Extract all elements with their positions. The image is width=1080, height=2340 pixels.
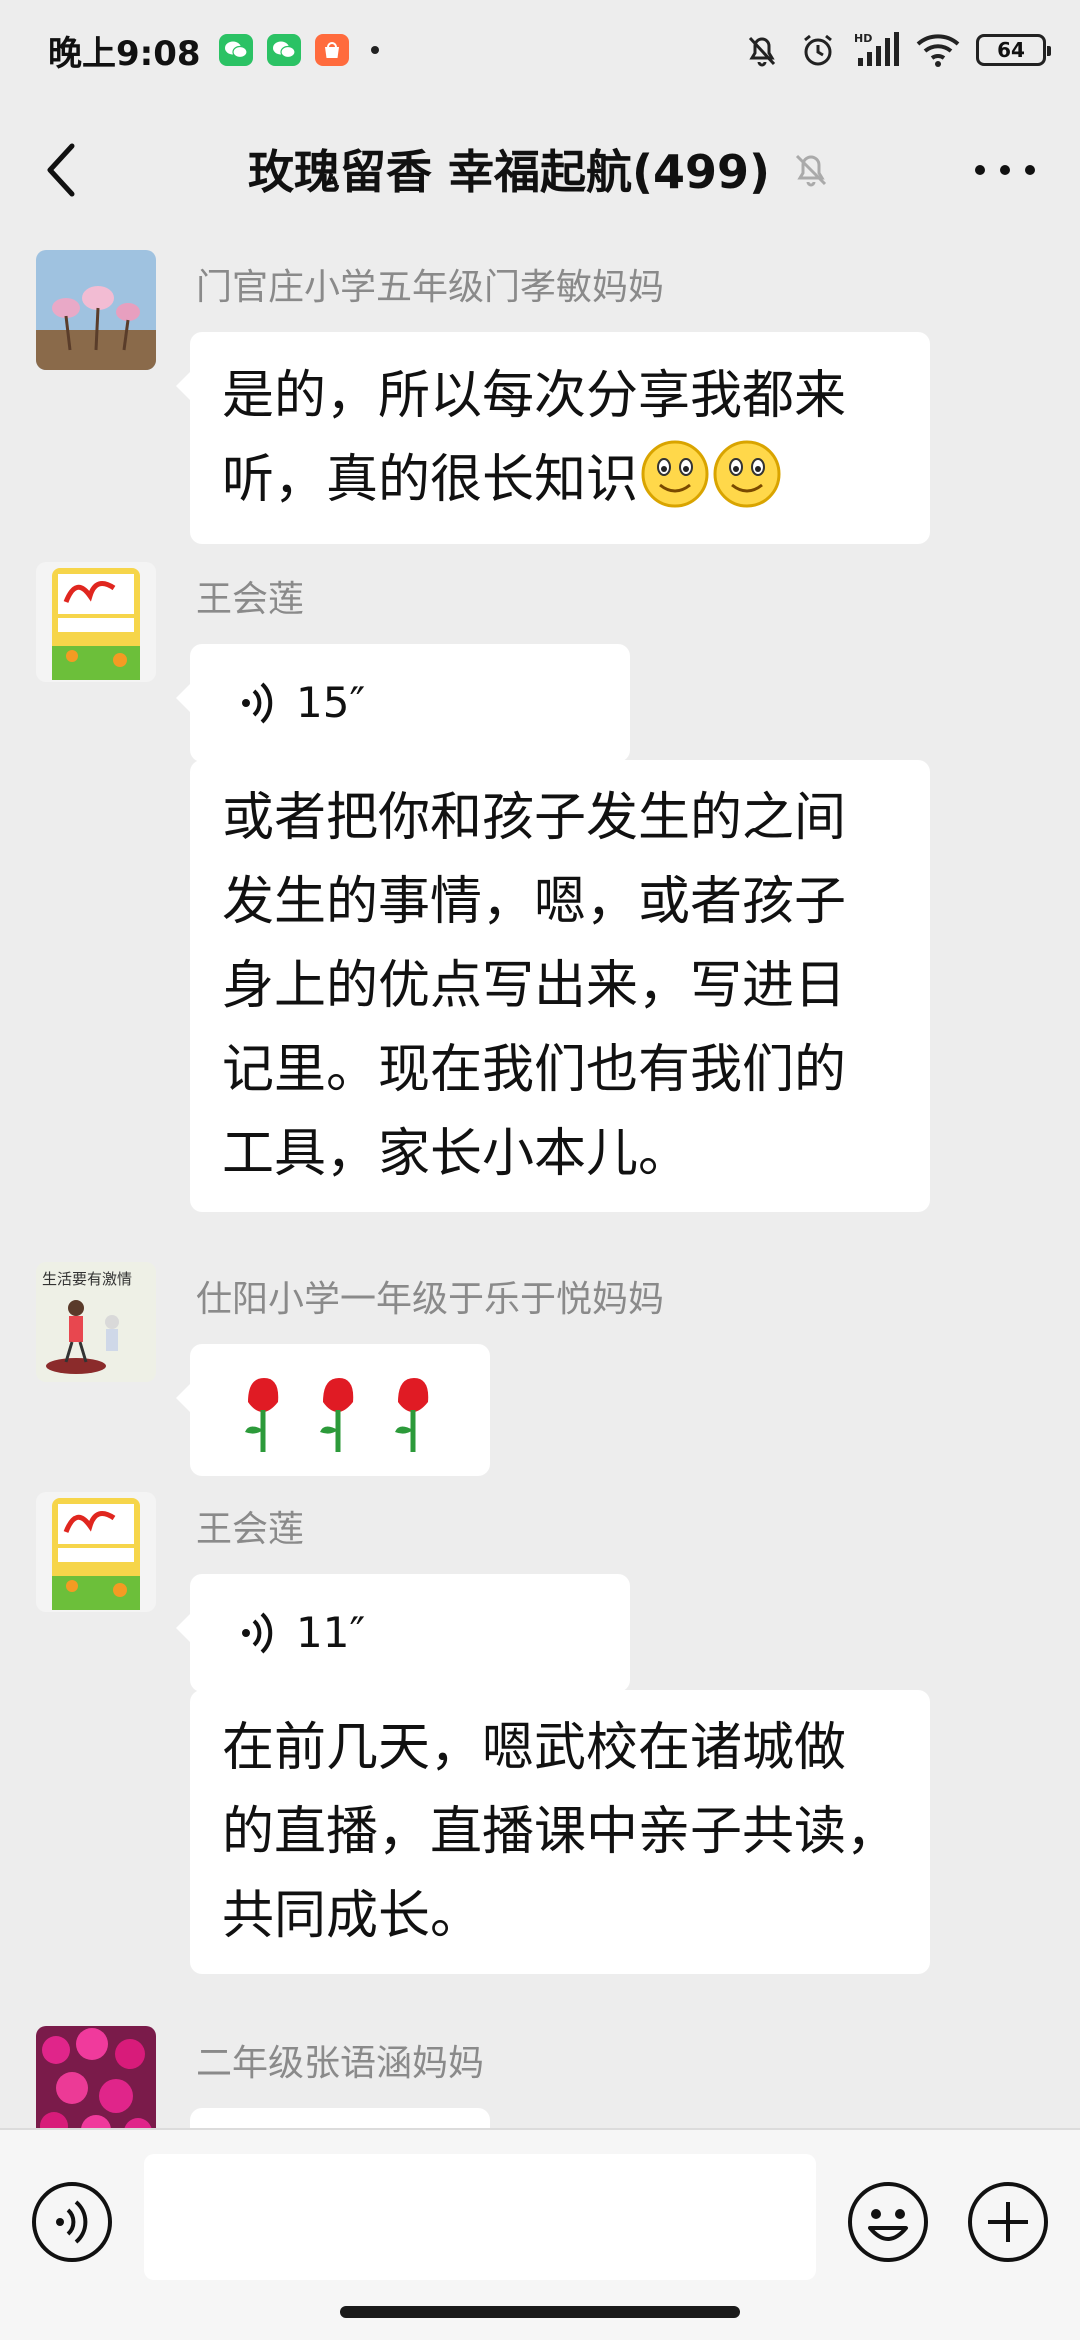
rose-icon xyxy=(320,1378,354,1452)
more-notifications-dot xyxy=(370,46,379,54)
wechat-notification-icon xyxy=(218,34,253,66)
emoji-picker-icon[interactable] xyxy=(846,2180,930,2264)
battery-indicator: 64 xyxy=(976,34,1051,66)
avatar[interactable] xyxy=(36,250,156,370)
chat-title-wrap: 玫瑰留香 幸福起航(499) xyxy=(0,110,1080,228)
rose-emoji-icons xyxy=(245,1378,429,1452)
muted-bell-icon xyxy=(795,154,827,187)
voice-message-content: 11″ xyxy=(190,1574,630,1692)
wechat-notification-icon xyxy=(266,34,301,66)
message-line: 工具，家长小本儿。 xyxy=(222,1124,691,1184)
message-line: 是的，所以每次分享我都来 xyxy=(222,366,847,426)
emoji-message-bubble[interactable]: 🌹🌹🌹 xyxy=(176,1344,490,1476)
avatar[interactable] xyxy=(36,1492,156,1612)
status-time: 晚上9:08 xyxy=(48,33,201,74)
message-line: 身上的优点写出来，写进日 xyxy=(222,956,847,1016)
chat-header: 玫瑰留香 幸福起航(499) xyxy=(0,110,1080,228)
signal-icon: HD xyxy=(854,32,899,66)
avatar[interactable] xyxy=(36,2026,156,2128)
voice-wave-icon xyxy=(242,1612,273,1654)
rose-icon xyxy=(245,1378,279,1452)
voice-duration: 15″ xyxy=(296,678,366,727)
alarm-clock-icon xyxy=(804,34,832,66)
avatar-caption: 生活要有激情 xyxy=(42,1270,132,1288)
smiley-emoji-icon xyxy=(641,440,709,508)
message-line: 记里。现在我们也有我们的 xyxy=(222,1040,847,1100)
message-input[interactable] xyxy=(144,2154,816,2280)
avatar[interactable]: 生活要有激情 xyxy=(36,1262,156,1382)
emoji-message-bubble[interactable] xyxy=(190,2108,490,2128)
voice-message-bubble[interactable]: 11″ xyxy=(176,1574,630,1692)
text-message-bubble[interactable]: 在前几天，嗯武校在诸城做 的直播，直播课中亲子共读， 共同成长。 xyxy=(190,1690,930,1974)
text-message-bubble[interactable]: 或者把你和孩子发生的之间 发生的事情，嗯，或者孩子 身上的优点写出来，写进日 记… xyxy=(190,760,930,1212)
voice-message-content: 15″ xyxy=(190,644,630,762)
message-line: 在前几天，嗯武校在诸城做 xyxy=(222,1718,847,1778)
silent-bell-icon xyxy=(748,36,776,67)
more-actions-plus-icon[interactable] xyxy=(966,2180,1050,2264)
message-list[interactable]: 门官庄小学五年级门孝敏妈妈 是的，所以每次分享我都来 听，真的很长知识 王会莲 xyxy=(0,228,1080,2128)
voice-input-toggle-icon[interactable] xyxy=(30,2180,114,2264)
system-status-icons: HD 64 xyxy=(742,30,1051,70)
message-line: 发生的事情，嗯，或者孩子 xyxy=(222,872,847,932)
svg-text:HD: HD xyxy=(854,32,872,45)
status-bar: 晚上9:08 HD 64 xyxy=(0,0,1080,100)
message-line-with-emoji: 听，真的很长知识 xyxy=(222,438,898,522)
home-indicator[interactable] xyxy=(340,2306,740,2318)
message-line: 的直播，直播课中亲子共读， xyxy=(222,1802,899,1862)
sender-name: 王会莲 xyxy=(196,1509,305,1550)
message-line: 共同成长。 xyxy=(222,1886,483,1946)
shopping-app-notification-icon xyxy=(314,34,349,66)
avatar[interactable] xyxy=(36,562,156,682)
more-options-icon[interactable] xyxy=(970,150,1040,190)
text-message-bubble[interactable]: 是的，所以每次分享我都来 听，真的很长知识 xyxy=(176,332,930,544)
sender-name: 王会莲 xyxy=(196,579,305,620)
smiley-emoji-icon xyxy=(713,440,781,508)
message-line: 听，真的很长知识 xyxy=(222,450,639,510)
sender-name: 仕阳小学一年级于乐于悦妈妈 xyxy=(196,1279,665,1320)
rose-icon xyxy=(395,1378,429,1452)
voice-message-bubble[interactable]: 15″ xyxy=(176,644,630,762)
chat-title[interactable]: 玫瑰留香 幸福起航(499) xyxy=(248,136,770,202)
sender-name: 二年级张语涵妈妈 xyxy=(196,2043,485,2084)
voice-wave-icon xyxy=(242,682,273,724)
sender-name: 门官庄小学五年级门孝敏妈妈 xyxy=(196,267,665,308)
voice-duration: 11″ xyxy=(296,1608,366,1657)
notification-icons xyxy=(218,34,379,66)
message-line: 或者把你和孩子发生的之间 xyxy=(222,788,847,848)
wifi-icon xyxy=(916,34,960,67)
